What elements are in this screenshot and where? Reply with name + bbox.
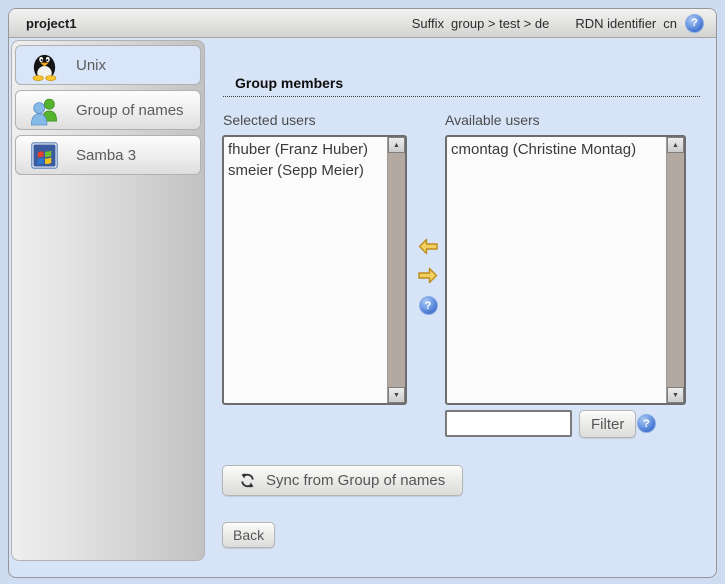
available-users-label: Available users bbox=[445, 112, 540, 128]
scroll-down-icon[interactable]: ▼ bbox=[667, 387, 684, 403]
tab-unix-label: Unix bbox=[76, 57, 106, 74]
tux-icon bbox=[27, 50, 61, 81]
filter-input[interactable] bbox=[445, 410, 572, 437]
back-button-label: Back bbox=[233, 527, 264, 543]
suffix-value: group > test > de bbox=[451, 16, 549, 31]
tab-samba3[interactable]: Samba 3 bbox=[15, 135, 201, 175]
tab-samba3-label: Samba 3 bbox=[76, 147, 136, 164]
scroll-up-icon[interactable]: ▲ bbox=[667, 137, 684, 153]
tab-group-of-names[interactable]: Group of names bbox=[15, 90, 201, 130]
move-left-arrow-icon[interactable] bbox=[418, 238, 438, 255]
suffix-label: Suffix bbox=[412, 16, 444, 31]
tab-group-of-names-label: Group of names bbox=[76, 102, 184, 119]
tab-unix[interactable]: Unix bbox=[15, 45, 201, 85]
move-right-arrow-icon[interactable] bbox=[418, 267, 438, 284]
list-item[interactable]: smeier (Sepp Meier) bbox=[228, 160, 387, 181]
module-tab-list: Unix Group of names bbox=[11, 40, 205, 561]
sync-from-group-of-names-button[interactable]: Sync from Group of names bbox=[222, 465, 463, 496]
users-icon bbox=[27, 95, 61, 126]
help-icon[interactable]: ? bbox=[419, 296, 438, 315]
filter-button[interactable]: Filter bbox=[579, 410, 636, 438]
rdn-identifier-label: RDN identifier bbox=[575, 16, 656, 31]
selected-users-scrollbar[interactable]: ▲ ▼ bbox=[387, 137, 405, 403]
available-users-scrollbar[interactable]: ▲ ▼ bbox=[666, 137, 684, 403]
content-area: Group members Selected users Available u… bbox=[205, 40, 714, 575]
list-item[interactable]: cmontag (Christine Montag) bbox=[451, 139, 666, 160]
scrollbar-track[interactable] bbox=[388, 153, 405, 387]
section-header: Group members bbox=[223, 75, 700, 97]
selected-users-listbox[interactable]: fhuber (Franz Huber)smeier (Sepp Meier) … bbox=[222, 135, 407, 405]
scroll-down-icon[interactable]: ▼ bbox=[388, 387, 405, 403]
list-item[interactable]: fhuber (Franz Huber) bbox=[228, 139, 387, 160]
titlebar-info: Suffix group > test > de RDN identifier … bbox=[412, 14, 704, 33]
transfer-controls: ? bbox=[413, 238, 443, 315]
sync-button-label: Sync from Group of names bbox=[266, 472, 445, 489]
windows-icon bbox=[27, 142, 61, 169]
help-icon[interactable]: ? bbox=[637, 414, 656, 433]
selected-users-items: fhuber (Franz Huber)smeier (Sepp Meier) bbox=[224, 137, 387, 403]
scroll-up-icon[interactable]: ▲ bbox=[388, 137, 405, 153]
scrollbar-track[interactable] bbox=[667, 153, 684, 387]
section-title: Group members bbox=[223, 75, 700, 91]
title-bar: project1 Suffix group > test > de RDN id… bbox=[9, 9, 716, 38]
sync-icon bbox=[240, 473, 255, 488]
rdn-identifier-value: cn bbox=[663, 16, 677, 31]
available-users-items: cmontag (Christine Montag) bbox=[447, 137, 666, 403]
selected-users-label: Selected users bbox=[223, 112, 316, 128]
help-icon[interactable]: ? bbox=[685, 14, 704, 33]
filter-button-label: Filter bbox=[591, 416, 624, 433]
main-window: project1 Suffix group > test > de RDN id… bbox=[8, 8, 717, 578]
available-users-listbox[interactable]: cmontag (Christine Montag) ▲ ▼ bbox=[445, 135, 686, 405]
page-title: project1 bbox=[26, 16, 77, 31]
back-button[interactable]: Back bbox=[222, 522, 275, 548]
